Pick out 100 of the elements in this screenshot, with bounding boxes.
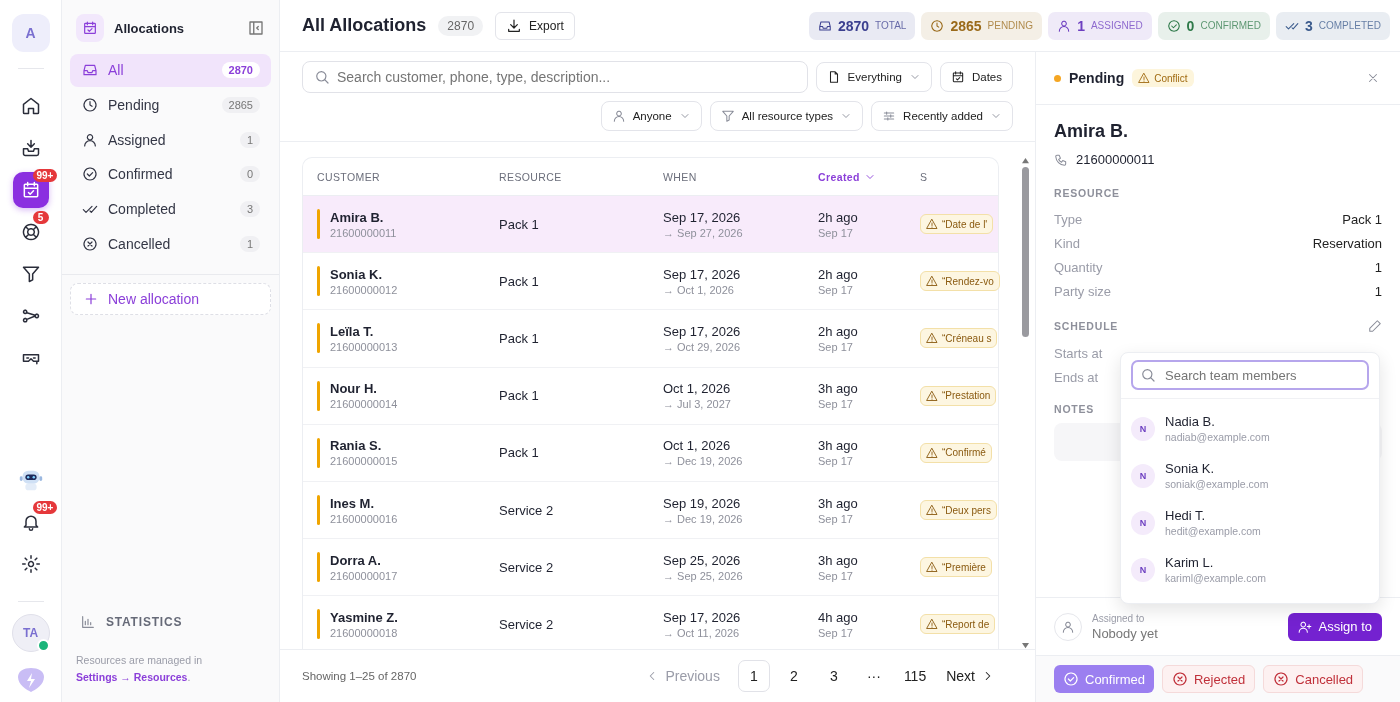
column-header[interactable]: RESOURCE (499, 170, 663, 183)
member-option[interactable]: N Karim L. kariml@example.com (1131, 546, 1369, 593)
user-icon (611, 109, 626, 123)
column-header[interactable]: CUSTOMER (317, 170, 499, 183)
sidebar-toggle-icon[interactable] (247, 19, 265, 37)
member-option[interactable]: N Sonia K. soniak@example.com (1131, 452, 1369, 499)
next-button[interactable]: Next (940, 660, 1001, 692)
search-field[interactable]: Search customer, phone, type, description... (302, 61, 808, 93)
customer-phone: 21600000012 (330, 283, 398, 296)
customer-phone: 21600000014 (330, 398, 398, 411)
customer-name: Ines M. (330, 495, 376, 511)
filter-icon (720, 109, 735, 123)
new-allocation-button[interactable]: New allocation (70, 283, 271, 316)
customer-name: Leïla T. (330, 323, 375, 339)
conflict-badge: “Rendez-vo (920, 271, 1000, 292)
conflict-badge: “Prestation (920, 385, 997, 406)
start-date: Sep 17, 2026 (663, 323, 742, 339)
user-avatar[interactable]: TA (11, 614, 50, 652)
dates-button[interactable]: Dates (939, 62, 1013, 92)
resource-cell-text: Pack 1 (499, 216, 540, 232)
customer-name: Amira B. (330, 209, 385, 225)
count-badge: 2870 (438, 15, 484, 36)
created-time: 3h ago (818, 438, 859, 454)
assign-button[interactable]: Assign to (1287, 612, 1382, 641)
table-row[interactable]: Nour H. 21600000014 Pack 1 Oct 1, 2026 → Jul 3, 2027 3h ago Sep 17 “Prestation (303, 367, 998, 425)
status-button[interactable]: Rejected (1161, 665, 1256, 693)
assignee-dropdown[interactable]: Anyone (600, 101, 702, 131)
customer-phone: 21600000011 (1076, 152, 1155, 167)
page-button[interactable]: 3 (817, 660, 850, 692)
type-dropdown[interactable]: All resource types (709, 101, 864, 131)
table-row[interactable]: Dorra A. 21600000017 Service 2 Sep 25, 2026 → Sep 25, 2026 3h ago Sep 17 “Première (303, 539, 998, 597)
warning-icon (926, 332, 938, 345)
customer-phone: 21600000011 (330, 226, 397, 239)
scope-dropdown[interactable]: Everything (815, 62, 932, 92)
edit-icon[interactable] (1368, 319, 1382, 333)
warning-icon (926, 561, 938, 574)
close-icon[interactable] (1366, 71, 1380, 85)
settings-note: Resources are managed in Settings → Resources. (76, 653, 204, 685)
export-button[interactable]: Export (495, 11, 575, 40)
sidebar-item[interactable]: Cancelled 1 (70, 227, 271, 261)
stat-pill[interactable]: 2870 TOTAL (808, 11, 916, 40)
sort-dropdown[interactable]: Recently added (871, 101, 1013, 131)
column-header[interactable]: S (920, 170, 998, 183)
member-avatar: N (1131, 557, 1155, 582)
status-bar-mark (317, 380, 320, 411)
created-date: Sep 17 (818, 340, 854, 353)
table-row[interactable]: Leïla T. 21600000013 Pack 1 Sep 17, 2026 → Oct 29, 2026 2h ago Sep 17 “Créneau s (303, 310, 998, 368)
sidebar-item[interactable]: Completed 3 (70, 192, 271, 226)
scroll-down-icon[interactable] (1020, 642, 1030, 649)
sidebar-item[interactable]: Pending 2865 (70, 88, 271, 122)
stat-icon (817, 18, 832, 33)
member-name: Nadia B. (1165, 414, 1216, 429)
page-button[interactable]: 115 (897, 660, 933, 692)
status-button[interactable]: Cancelled (1263, 665, 1364, 693)
customer-name: Rania S. (330, 438, 383, 454)
scrollbar[interactable] (1019, 157, 1031, 649)
end-date: → Dec 19, 2026 (663, 512, 744, 525)
member-option[interactable]: N Nadia B. nadiab@example.com (1131, 405, 1369, 452)
scroll-up-icon[interactable] (1020, 157, 1030, 164)
customer-phone: 21600000017 (330, 569, 398, 582)
stat-pill[interactable]: 1 ASSIGNED (1048, 11, 1152, 40)
field-value: 1 (1374, 283, 1382, 299)
table-row[interactable]: Amira B. 21600000011 Pack 1 Sep 17, 2026 → Sep 27, 2026 2h ago Sep 17 “Date de l' (303, 196, 998, 254)
sidebar-item[interactable]: Confirmed 0 (70, 158, 271, 191)
workspace-avatar[interactable]: A (11, 14, 50, 52)
scrollbar-thumb[interactable] (1021, 167, 1029, 337)
user-plus-icon (1297, 619, 1312, 634)
statistics-link[interactable]: STATISTICS (106, 615, 183, 629)
calendar-icon (82, 20, 98, 36)
member-avatar: N (1131, 463, 1155, 488)
table-row[interactable]: Ines M. 21600000016 Service 2 Sep 19, 2026 → Dec 19, 2026 3h ago Sep 17 “Deux pers (303, 481, 998, 540)
assigned-label: Assigned to (1092, 612, 1146, 624)
stat-pill[interactable]: 0 CONFIRMED (1157, 11, 1270, 40)
table-row[interactable]: Rania S. 21600000015 Pack 1 Oct 1, 2026 → Dec 19, 2026 3h ago Sep 17 “Confirmé (303, 424, 998, 482)
page-button[interactable]: ··· (857, 660, 890, 692)
end-date: → Dec 19, 2026 (663, 455, 744, 468)
stat-pill[interactable]: 2865 PENDING (921, 11, 1043, 40)
member-search-field[interactable]: Search team members (1131, 360, 1369, 390)
stat-pill[interactable]: 3 COMPLETED (1275, 11, 1390, 40)
member-option[interactable]: N Hedi T. hedit@example.com (1131, 499, 1369, 546)
created-time: 3h ago (818, 552, 859, 568)
status-bar-mark (317, 437, 320, 468)
resource-cell-text: Service 2 (499, 502, 555, 518)
page-button[interactable]: 2 (777, 660, 810, 692)
start-date: Sep 17, 2026 (663, 266, 742, 282)
column-header[interactable]: WHEN (663, 170, 818, 183)
warning-icon (926, 504, 938, 517)
table-row[interactable]: Sonia K. 21600000012 Pack 1 Sep 17, 2026 → Oct 1, 2026 2h ago Sep 17 “Rendez-vo (303, 253, 998, 311)
page-button[interactable]: 1 (737, 660, 770, 692)
calendar-icon (950, 70, 965, 84)
sidebar-item[interactable]: Assigned 1 (70, 123, 271, 157)
user-icon (1061, 619, 1075, 634)
bar-chart-icon (80, 614, 96, 630)
home-icon (20, 96, 41, 116)
created-time: 2h ago (818, 266, 859, 282)
sidebar-title: Allocations (114, 20, 186, 36)
table-row[interactable]: Yasmine Z. 21600000018 Service 2 Sep 17, 2026 → Oct 11, 2026 4h ago Sep 17 “Report de (303, 596, 998, 649)
sidebar-item[interactable]: All 2870 (70, 54, 271, 87)
column-header[interactable]: Created (818, 170, 920, 183)
conflict-badge: “Confirmé (920, 442, 992, 463)
